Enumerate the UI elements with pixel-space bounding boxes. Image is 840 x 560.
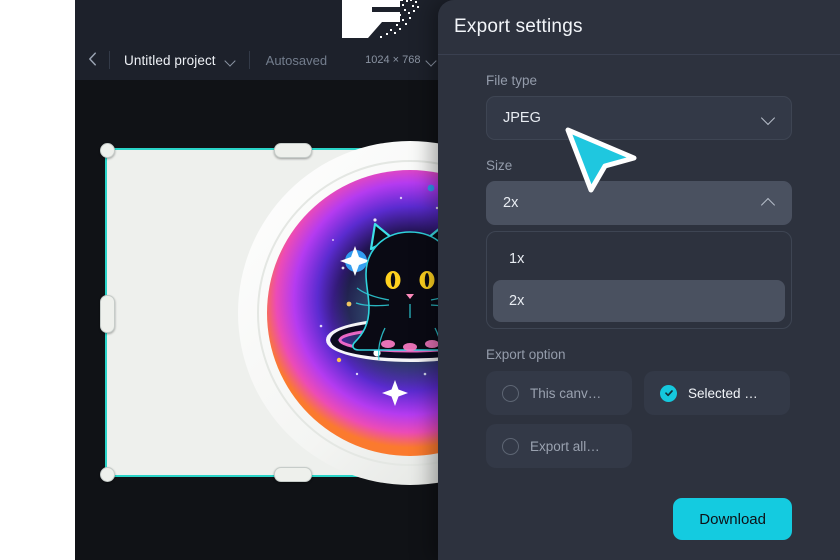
resize-handle-bottom-left[interactable] [100,467,115,482]
autosaved-status: Autosaved [265,52,328,68]
size-label: Size [486,158,513,173]
size-option-2x[interactable]: 2x [493,280,785,322]
back-button[interactable] [75,40,109,80]
panel-title: Export settings [454,16,583,37]
export-option-this-canvas[interactable]: This canv… [486,371,632,415]
resize-handle-top[interactable] [274,143,312,158]
radio-empty-icon [502,384,519,402]
export-option-this-canvas-label: This canv… [530,385,602,401]
download-row: Download [486,498,792,540]
radio-checked-icon [660,384,677,402]
panel-header: Export settings [438,0,840,55]
file-type-value: JPEG [503,110,541,126]
export-option-selected[interactable]: Selected … [644,371,790,415]
export-option-selected-label: Selected … [688,385,758,401]
export-option-export-all-label: Export all… [530,438,600,454]
chevron-down-icon [427,56,435,64]
file-type-select[interactable]: JPEG [486,96,792,140]
size-option-1x[interactable]: 1x [493,238,785,280]
resize-handle-top-left[interactable] [100,143,115,158]
export-option-export-all[interactable]: Export all… [486,424,632,468]
size-value: 2x [503,195,519,211]
export-settings-panel: Export settings File type JPEG Size 2x 1… [438,0,840,560]
canvas-size-label: 1024 × 768 [365,54,421,66]
chevron-up-icon [763,197,775,209]
chevron-down-icon [763,112,775,124]
resize-handle-left[interactable] [100,294,115,333]
file-type-label: File type [486,73,538,88]
size-option-list: 1x 2x [486,231,792,329]
chevron-left-icon [88,51,97,69]
resize-handle-bottom[interactable] [274,467,312,482]
export-option-label: Export option [486,347,566,362]
download-button[interactable]: Download [673,498,792,540]
radio-empty-icon [502,437,519,455]
project-name: Untitled project [124,52,216,68]
panel-body: File type JPEG Size 2x 1x 2x Export opti… [438,55,840,540]
export-option-row-2: Export all… [486,424,792,468]
project-menu[interactable]: Untitled project [110,40,249,80]
chevron-down-icon [226,56,235,65]
artboard[interactable] [100,141,582,485]
size-select[interactable]: 2x [486,181,792,225]
export-option-row-1: This canv… Selected … [486,371,792,415]
screen: Untitled project Autosaved 1024 × 768 Ex… [0,0,840,560]
canvas-size-menu[interactable]: 1024 × 768 [365,54,435,66]
